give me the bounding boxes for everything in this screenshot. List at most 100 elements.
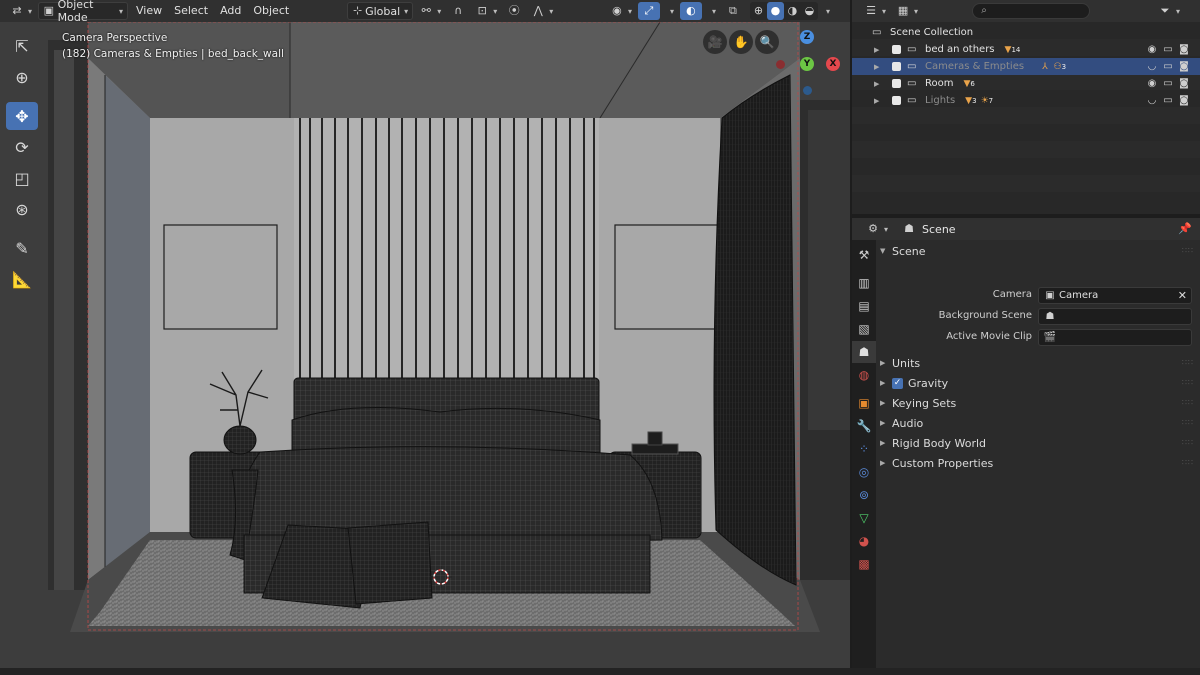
expand-arrow-icon[interactable]: ▶ — [874, 97, 884, 105]
editor-type-button[interactable]: ⇄ ▾ — [6, 2, 36, 20]
units-panel-header[interactable]: ▶ Units — [880, 354, 920, 372]
data-tab-icon[interactable]: ▽ — [852, 507, 876, 529]
pan-hand-icon[interactable]: ✋ — [729, 30, 753, 54]
xray-toggle[interactable]: ⧉ — [722, 2, 744, 20]
mode-dropdown[interactable]: ▣ Object Mode ▾ — [38, 0, 129, 24]
material-shading-icon[interactable]: ◑ — [784, 2, 801, 20]
panel-grip-icon[interactable]: ∷∷ — [1182, 378, 1194, 387]
cursor-tool-icon[interactable]: ⊕ — [6, 63, 38, 91]
pivot-button[interactable]: ⚯ ▾ — [415, 2, 445, 20]
render-camera-icon[interactable]: ◙ — [1176, 95, 1192, 106]
particles-tab-icon[interactable]: ⁘ — [852, 438, 876, 460]
visibility-button[interactable]: ◉ ▾ — [606, 2, 636, 20]
annotate-tool-icon[interactable]: ✎ — [6, 234, 38, 262]
outliner-editor-type[interactable]: ☰ ▾ — [860, 2, 890, 20]
menu-view[interactable]: View — [130, 2, 168, 20]
modifier-tab-icon[interactable]: 🔧 — [852, 415, 876, 437]
overlays-menu[interactable]: ▾ — [704, 2, 720, 20]
expand-arrow-icon[interactable]: ▶ — [874, 80, 884, 88]
gizmo-toggle[interactable]: ⤢ — [637, 2, 660, 20]
audio-panel-header[interactable]: ▶ Audio — [880, 414, 923, 432]
rigid-body-world-panel-header[interactable]: ▶ Rigid Body World — [880, 434, 986, 452]
physics-tab-icon[interactable]: ◎ — [852, 461, 876, 483]
panel-grip-icon[interactable]: ∷∷ — [1182, 398, 1194, 407]
camera-field[interactable]: ▣ Camera ✕ — [1038, 287, 1192, 304]
world-tab-icon[interactable]: ◍ — [852, 364, 876, 386]
select-tool-icon[interactable]: ⇱ — [6, 32, 38, 60]
display-mode-button[interactable]: ▦ ▾ — [892, 2, 922, 20]
3d-viewport[interactable]: ⇄ ▾ ▣ Object Mode ▾ View Select Add Object … — [0, 0, 850, 668]
panel-grip-icon[interactable]: ∷∷ — [1182, 418, 1194, 427]
scene-render[interactable] — [0, 22, 850, 668]
wireframe-shading-icon[interactable]: ⊕ — [750, 2, 767, 20]
tool-tab-icon[interactable]: ⚒ — [852, 244, 876, 266]
texture-tab-icon[interactable]: ▩ — [852, 553, 876, 575]
measure-tool-icon[interactable]: 📐 — [6, 265, 38, 293]
outliner-row-cameras-empties[interactable]: ▶ ▭ Cameras & Empties ⅄ ⚇3 ◡ ▭ ◙ — [852, 58, 1200, 75]
snap-toggle[interactable]: ∩ — [447, 2, 469, 20]
scene-collection-row[interactable]: ▭ Scene Collection — [852, 24, 1200, 41]
material-tab-icon[interactable]: ◕ — [852, 530, 876, 552]
overlays-toggle[interactable]: ◐ — [679, 2, 702, 20]
scale-tool-icon[interactable]: ◰ — [6, 164, 38, 192]
menu-object[interactable]: Object — [247, 2, 295, 20]
solid-shading-icon[interactable]: ● — [766, 2, 784, 20]
panel-grip-icon[interactable]: ∷∷ — [1182, 358, 1194, 367]
monitor-icon[interactable]: ▭ — [1160, 95, 1176, 106]
outliner-row-lights[interactable]: ▶ ▭ Lights ▼3 ☀7 ◡ ▭ ◙ — [852, 92, 1200, 109]
eye-icon[interactable]: ◉ — [1144, 78, 1160, 89]
custom-properties-panel-header[interactable]: ▶ Custom Properties — [880, 454, 993, 472]
hidden-eye-icon[interactable]: ◡ — [1144, 61, 1160, 72]
output-tab-icon[interactable]: ▤ — [852, 295, 876, 317]
transform-tool-icon[interactable]: ⊛ — [6, 195, 38, 223]
active-movie-clip-field[interactable]: 🎬 — [1038, 329, 1192, 346]
zoom-icon[interactable]: 🔍 — [755, 30, 779, 54]
orientation-dropdown[interactable]: ⊹ Global ▾ — [347, 2, 414, 20]
constraints-tab-icon[interactable]: ⊚ — [852, 484, 876, 506]
expand-arrow-icon[interactable]: ▶ — [874, 46, 884, 54]
menu-select[interactable]: Select — [168, 2, 214, 20]
panel-grip-icon[interactable]: ∷∷ — [1182, 438, 1194, 447]
render-camera-icon[interactable]: ◙ — [1176, 44, 1192, 55]
gizmo-neg-z[interactable] — [803, 86, 812, 95]
rotate-tool-icon[interactable]: ⟳ — [6, 133, 38, 161]
gizmo-z-axis[interactable]: Z — [800, 30, 814, 44]
falloff-button[interactable]: ⋀ ▾ — [527, 2, 557, 20]
pin-icon[interactable]: 📌 — [1178, 222, 1192, 236]
menu-add[interactable]: Add — [214, 2, 247, 20]
gizmo-y-axis[interactable]: Y — [800, 57, 814, 71]
exclude-checkbox[interactable] — [892, 62, 901, 71]
render-camera-icon[interactable]: ◙ — [1176, 61, 1192, 72]
keying-sets-panel-header[interactable]: ▶ Keying Sets — [880, 394, 956, 412]
monitor-icon[interactable]: ▭ — [1160, 44, 1176, 55]
monitor-icon[interactable]: ▭ — [1160, 78, 1176, 89]
move-tool-icon[interactable]: ✥ — [6, 102, 38, 130]
gizmo-neg-x[interactable] — [776, 60, 785, 69]
properties-editor-type[interactable]: ⚙ ▾ — [862, 220, 892, 238]
gravity-checkbox[interactable]: ✓ — [892, 377, 903, 389]
exclude-checkbox[interactable] — [892, 45, 901, 54]
scene-panel-header[interactable]: ▼ Scene — [880, 242, 926, 260]
snap-target-button[interactable]: ⊡ ▾ — [471, 2, 501, 20]
outliner-row-room[interactable]: ▶ ▭ Room ▼6 ◉ ▭ ◙ — [852, 75, 1200, 92]
clear-camera-icon[interactable]: ✕ — [1178, 289, 1187, 302]
gizmo-x-axis[interactable]: X — [826, 57, 840, 71]
background-scene-field[interactable]: ☗ — [1038, 308, 1192, 325]
eye-icon[interactable]: ◉ — [1144, 44, 1160, 55]
outliner-row-bed-an-others[interactable]: ▶ ▭ bed an others ▼14 ◉ ▭ ◙ — [852, 41, 1200, 58]
rendered-shading-icon[interactable]: ◒ — [801, 2, 818, 20]
filter-button[interactable]: ⏷ ▾ — [1154, 2, 1184, 20]
render-camera-icon[interactable]: ◙ — [1176, 78, 1192, 89]
panel-grip-icon[interactable]: ∷∷ — [1182, 246, 1194, 255]
exclude-checkbox[interactable] — [892, 96, 901, 105]
shading-menu[interactable]: ▾ — [818, 2, 834, 20]
expand-arrow-icon[interactable]: ▶ — [874, 63, 884, 71]
proportional-edit-toggle[interactable]: ⦿ — [503, 2, 525, 20]
scene-tab-icon[interactable]: ☗ — [852, 341, 876, 363]
view-layer-tab-icon[interactable]: ▧ — [852, 318, 876, 340]
render-tab-icon[interactable]: ▥ — [852, 272, 876, 294]
gizmo-menu[interactable]: ▾ — [662, 2, 678, 20]
panel-grip-icon[interactable]: ∷∷ — [1182, 458, 1194, 467]
gravity-panel-header[interactable]: ▶ ✓ Gravity — [880, 374, 948, 392]
object-tab-icon[interactable]: ▣ — [852, 392, 876, 414]
